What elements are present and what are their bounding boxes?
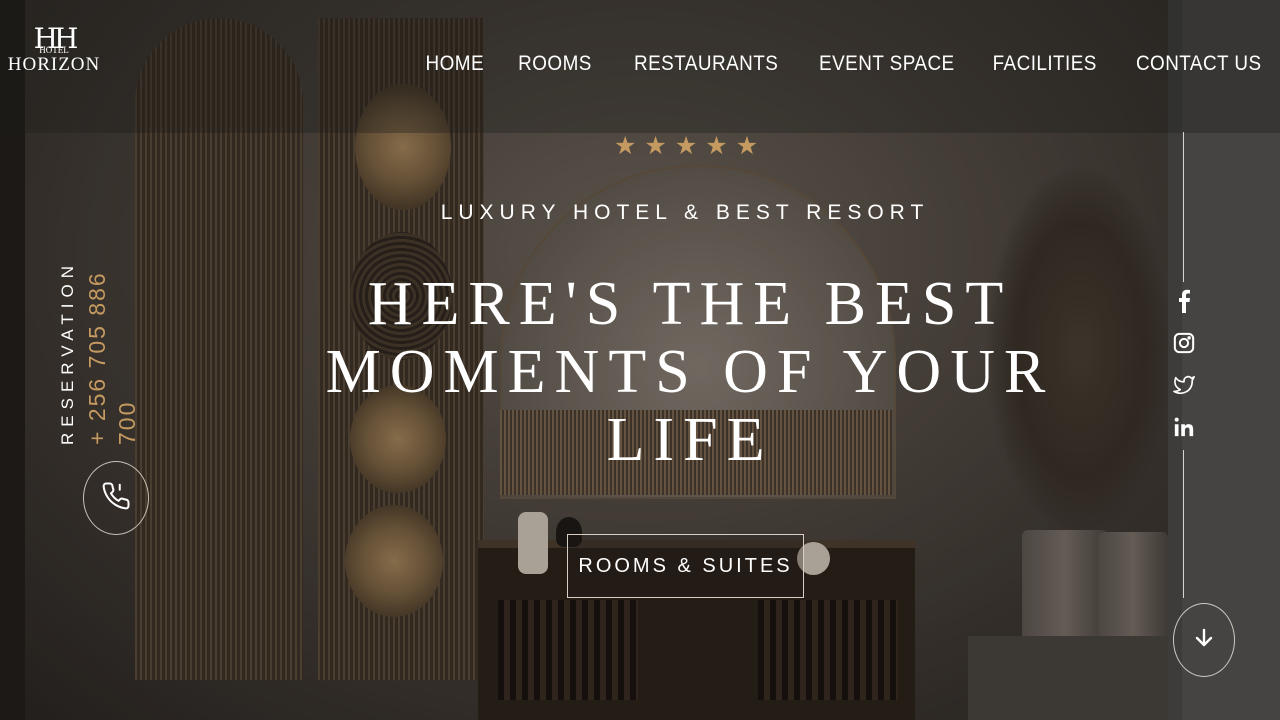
main-nav: HOME ROOMS RESTAURANTS EVENT SPACE FACIL…: [419, 52, 1262, 76]
linkedin-icon[interactable]: [1171, 414, 1197, 440]
reservation-phone[interactable]: + 256 705 886 700: [82, 240, 142, 445]
instagram-icon[interactable]: [1171, 330, 1197, 356]
reservation-block: RESERVATION + 256 705 886 700: [58, 185, 142, 445]
twitter-icon[interactable]: [1171, 372, 1197, 398]
social-links: [1171, 288, 1197, 440]
logo[interactable]: HH HOTEL HORIZON: [6, 25, 102, 75]
star-icon: ★: [614, 132, 637, 160]
social-divider: [1183, 450, 1184, 598]
nav-contact-us[interactable]: CONTACT US: [1136, 52, 1262, 76]
site-header: HH HOTEL HORIZON HOME ROOMS RESTAURANTS …: [0, 0, 1280, 133]
phone-icon: [101, 481, 131, 516]
rooms-suites-button[interactable]: ROOMS & SUITES: [567, 534, 804, 598]
star-icon: ★: [674, 132, 698, 160]
nav-event-space[interactable]: EVENT SPACE: [819, 52, 955, 76]
scroll-down-button[interactable]: [1173, 603, 1235, 677]
star-rating: ★ ★ ★ ★ ★: [614, 131, 758, 161]
nav-home[interactable]: HOME: [425, 52, 484, 76]
arrow-down-icon: [1194, 627, 1214, 654]
hero-tagline: LUXURY HOTEL & BEST RESORT: [440, 201, 930, 224]
nav-rooms[interactable]: ROOMS: [518, 52, 592, 76]
nav-restaurants[interactable]: RESTAURANTS: [634, 52, 778, 76]
nav-facilities[interactable]: FACILITIES: [992, 52, 1096, 76]
star-icon: ★: [705, 132, 728, 160]
star-icon: ★: [644, 132, 667, 160]
star-icon: ★: [735, 132, 759, 160]
facebook-icon[interactable]: [1171, 288, 1197, 314]
hero-headline: HERE'S THE BEST MOMENTS OF YOUR LIFE: [325, 270, 1055, 474]
phone-call-button[interactable]: [83, 461, 149, 535]
logo-name: HORIZON: [7, 54, 101, 75]
reservation-label: RESERVATION: [58, 259, 77, 445]
social-divider: [1183, 132, 1184, 282]
